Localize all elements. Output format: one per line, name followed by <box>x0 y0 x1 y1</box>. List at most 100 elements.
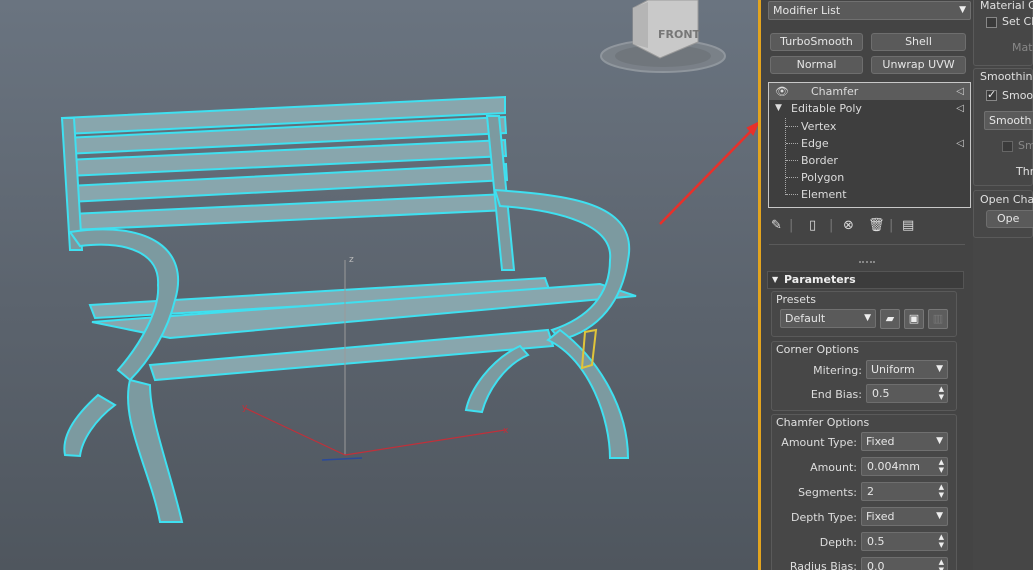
chevron-down-icon: ▼ <box>936 436 943 446</box>
parameters-rollout-header[interactable]: ▼ Parameters <box>767 271 964 289</box>
separator: | <box>789 218 794 233</box>
smoothing-group: Smoothing Smoot Smooth E Sme Thre <box>973 68 1033 186</box>
viewcube[interactable]: FRONT <box>600 0 726 73</box>
shell-button[interactable]: Shell <box>871 33 966 51</box>
segments-label: Segments: <box>798 486 857 499</box>
modifier-list-label: Modifier List <box>773 4 841 17</box>
annotation-arrow <box>659 121 758 225</box>
amount-label: Amount: <box>810 461 857 474</box>
corner-options-group: Corner Options Mitering: Uniform ▼ End B… <box>771 341 957 411</box>
make-unique-icon[interactable]: ⊗ <box>843 218 854 233</box>
end-bias-label: End Bias: <box>810 388 862 401</box>
amount-spinner[interactable]: 0.004mm ▲ ▼ <box>861 457 948 476</box>
set-channel-label: Set Ch <box>1002 15 1033 28</box>
mitering-value: Uniform <box>871 363 915 376</box>
spinner-arrows-icon[interactable]: ▲ ▼ <box>939 483 944 499</box>
modify-panel: Modifier List ▼ TurboSmooth Shell Normal… <box>761 0 1033 570</box>
separator: | <box>889 218 894 233</box>
stack-item-chamfer[interactable]: 👁 Chamfer ◁ <box>769 83 970 100</box>
smooth-dropdown[interactable]: Smooth E <box>984 111 1033 130</box>
resize-handle[interactable] <box>859 261 875 263</box>
axis-x-label: x <box>503 426 509 436</box>
smooth-threshold-checkbox[interactable] <box>1002 141 1013 152</box>
depth-value: 0.5 <box>867 535 885 548</box>
chevron-down-icon: ▼ <box>959 5 966 15</box>
group-title: Smoothing <box>980 70 1033 83</box>
segments-spinner[interactable]: 2 ▲ ▼ <box>861 482 948 501</box>
stack-item-label: Chamfer <box>811 85 859 98</box>
subobject-polygon[interactable]: Polygon <box>769 169 970 186</box>
depth-type-label: Depth Type: <box>791 511 857 524</box>
pin-triangle-icon: ◁ <box>956 103 964 114</box>
threshold-label: Thre <box>1016 165 1033 178</box>
spinner-arrows-icon[interactable]: ▲ ▼ <box>939 533 944 549</box>
load-preset-folder-icon[interactable]: ▰ <box>880 309 900 329</box>
material-id-label: Mate <box>1012 41 1033 54</box>
smooth-dropdown-value: Smooth E <box>989 114 1033 127</box>
axis-z-label: z <box>349 255 354 265</box>
unwrap-uvw-button[interactable]: Unwrap UVW <box>871 56 966 74</box>
radius-bias-label: Radius Bias: <box>789 560 857 570</box>
viewport-scene[interactable]: FRONT y x z <box>0 0 758 570</box>
spinner-arrows-icon[interactable]: ▲ ▼ <box>939 458 944 474</box>
subobject-border[interactable]: Border <box>769 152 970 169</box>
modifier-list-dropdown[interactable]: Modifier List ▼ <box>768 1 971 20</box>
group-title: Presets <box>776 293 817 306</box>
smooth-checkbox[interactable] <box>986 88 997 101</box>
expand-triangle-icon[interactable]: ▼ <box>775 100 782 117</box>
subobject-label: Border <box>801 154 838 167</box>
subobject-element[interactable]: Element <box>769 186 970 203</box>
presets-value: Default <box>785 312 826 325</box>
eye-icon[interactable]: 👁 <box>775 83 789 100</box>
rollout-title: Parameters <box>784 273 856 286</box>
chamfer-options-group: Chamfer Options Amount Type: Fixed ▼ Amo… <box>771 414 957 570</box>
pin-triangle-icon: ◁ <box>956 138 964 149</box>
chevron-down-icon: ▼ <box>864 313 871 323</box>
stack-item-label: Editable Poly <box>791 102 862 115</box>
subobject-label: Vertex <box>801 120 837 133</box>
collapse-triangle-icon: ▼ <box>772 275 779 284</box>
turbosmooth-button[interactable]: TurboSmooth <box>770 33 863 51</box>
amount-type-label: Amount Type: <box>781 436 857 449</box>
mitering-label: Mitering: <box>813 364 862 377</box>
open-chamfer-group: Open Char Ope <box>973 190 1033 238</box>
trash-icon[interactable]: 🗑 <box>868 218 885 233</box>
separator: | <box>829 218 834 233</box>
divider <box>769 244 965 245</box>
open-chamfer-button[interactable]: Ope <box>986 210 1033 228</box>
chevron-down-icon: ▼ <box>936 364 943 374</box>
radius-bias-value: 0.0 <box>867 560 885 570</box>
spinner-arrows-icon[interactable]: ▲ ▼ <box>939 558 944 570</box>
delete-preset-icon[interactable]: ▥ <box>928 309 948 329</box>
axis-y-label: y <box>242 403 248 413</box>
depth-type-dropdown[interactable]: Fixed ▼ <box>861 507 948 526</box>
presets-dropdown[interactable]: Default ▼ <box>780 309 876 328</box>
viewport[interactable]: FRONT y x z <box>0 0 758 570</box>
group-title: Material Ch <box>980 0 1033 12</box>
amount-value: 0.004mm <box>867 460 920 473</box>
amount-type-value: Fixed <box>866 435 895 448</box>
stack-item-editable-poly[interactable]: ▼ Editable Poly ◁ <box>769 100 970 117</box>
end-bias-spinner[interactable]: 0.5 ▲ ▼ <box>866 384 948 403</box>
material-channel-group: Material Ch Set Ch Mate <box>973 0 1033 66</box>
depth-spinner[interactable]: 0.5 ▲ ▼ <box>861 532 948 551</box>
modifier-stack[interactable]: 👁 Chamfer ◁ ▼ Editable Poly ◁ Vertex Edg… <box>768 82 971 208</box>
mitering-dropdown[interactable]: Uniform ▼ <box>866 360 948 379</box>
subobject-vertex[interactable]: Vertex <box>769 118 970 135</box>
spinner-arrows-icon[interactable]: ▲ ▼ <box>939 385 944 401</box>
show-end-result-icon[interactable]: ▯ <box>809 218 816 233</box>
normal-button[interactable]: Normal <box>770 56 863 74</box>
radius-bias-spinner[interactable]: 0.0 ▲ ▼ <box>861 557 948 570</box>
depth-label: Depth: <box>819 536 857 549</box>
set-channel-checkbox[interactable] <box>986 17 997 28</box>
pin-stack-icon[interactable]: ✎ <box>771 218 782 233</box>
pin-triangle-icon: ◁ <box>956 86 964 97</box>
subobject-edge[interactable]: Edge ◁ <box>769 135 970 152</box>
segments-value: 2 <box>867 485 874 498</box>
save-preset-icon[interactable]: ▣ <box>904 309 924 329</box>
subobject-label: Element <box>801 188 847 201</box>
amount-type-dropdown[interactable]: Fixed ▼ <box>861 432 948 451</box>
chevron-down-icon: ▼ <box>936 511 943 521</box>
viewcube-front-label: FRONT <box>658 28 701 41</box>
configure-modifier-sets-icon[interactable]: ▤ <box>902 218 914 233</box>
